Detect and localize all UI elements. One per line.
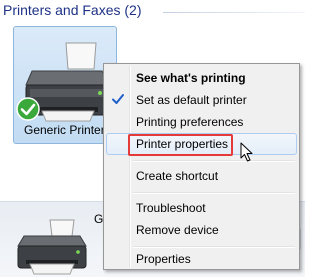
menu-item-label: Create shortcut — [136, 169, 219, 183]
context-menu: See what's printing Set as default print… — [103, 63, 300, 270]
device-label: Generic Printer — [24, 123, 105, 137]
mouse-cursor-icon — [240, 142, 253, 162]
menu-item-label: Set as default printer — [136, 93, 247, 107]
menu-item-set-default-printer[interactable]: Set as default printer — [106, 89, 297, 111]
menu-item-label: Printing preferences — [136, 115, 244, 129]
checkmark-icon — [112, 94, 124, 104]
menu-item-label: Remove device — [136, 223, 219, 237]
menu-separator — [133, 192, 295, 194]
menu-item-properties[interactable]: Properties — [106, 248, 297, 270]
menu-item-label: Properties — [136, 252, 191, 266]
highlight-annotation-box — [128, 134, 233, 156]
menu-separator — [133, 160, 295, 162]
menu-item-see-whats-printing[interactable]: See what's printing — [106, 67, 297, 89]
menu-item-printing-preferences[interactable]: Printing preferences — [106, 111, 297, 133]
group-title: Printers and Faxes (2) — [3, 2, 142, 18]
menu-item-troubleshoot[interactable]: Troubleshoot — [106, 197, 297, 219]
menu-item-remove-device[interactable]: Remove device — [106, 219, 297, 241]
printer-icon[interactable] — [10, 218, 94, 278]
menu-item-label: See what's printing — [136, 71, 246, 85]
group-divider — [163, 12, 305, 13]
device-label-partial: G — [94, 212, 104, 226]
group-header[interactable]: Printers and Faxes (2) — [0, 0, 305, 24]
menu-item-label: Troubleshoot — [136, 201, 206, 215]
menu-item-create-shortcut[interactable]: Create shortcut — [106, 165, 297, 187]
device-tile-generic-printer[interactable]: Generic Printer — [13, 26, 117, 144]
green-checkmark-icon — [16, 97, 40, 121]
